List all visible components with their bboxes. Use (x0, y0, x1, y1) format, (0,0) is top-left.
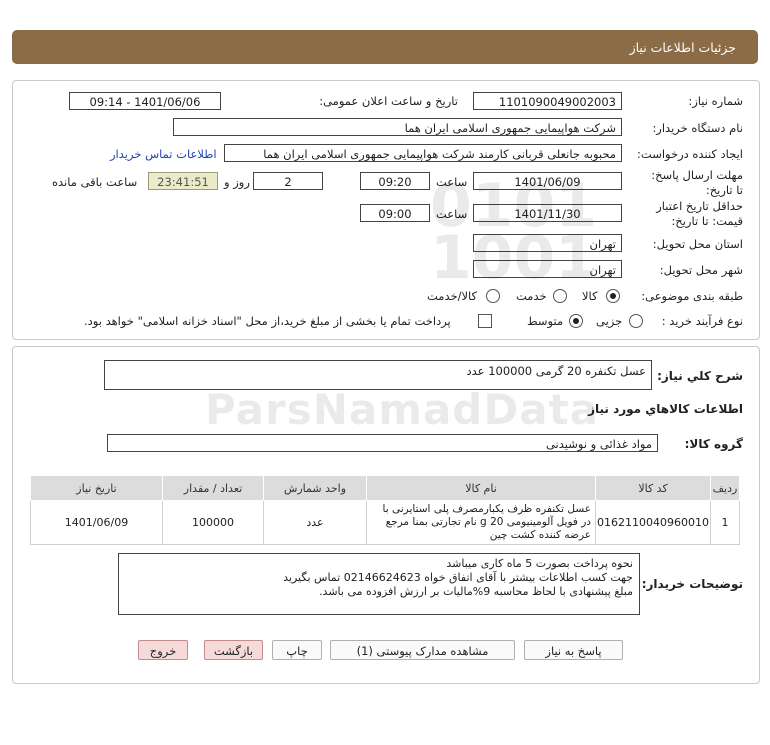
reply-button[interactable]: پاسخ به نیاز (524, 640, 623, 660)
goods-table: ردیف کد کالا نام کالا واحد شمارش تعداد /… (30, 475, 740, 545)
validity-date-field: 1401/11/30 (473, 204, 622, 222)
announce-label: تاریخ و ساعت اعلان عمومی: (319, 94, 458, 108)
validity-time-field: 09:00 (360, 204, 430, 222)
buyer-notes-label: توضیحات خریدار: (641, 577, 743, 591)
buyer-contact-link[interactable]: اطلاعات تماس خریدار (110, 147, 217, 161)
description-field: عسل تکنفره 20 گرمی 100000 عدد (104, 360, 652, 390)
days-label: روز و (224, 175, 250, 189)
category-label: طبقه بندی موضوعی: (641, 289, 743, 303)
col-row-number: ردیف (710, 475, 740, 501)
category-radio-goods-service[interactable] (486, 289, 500, 303)
requester-label: ایجاد کننده درخواست: (637, 147, 743, 161)
col-item-code: کد کالا (595, 475, 711, 501)
process-radio-medium[interactable] (569, 314, 583, 328)
category-option-goods: کالا (582, 289, 598, 303)
need-number-field: 1101090049002003 (473, 92, 622, 110)
buyer-note-line: مبلغ پیشنهادی با لحاظ محاسبه 9%مالیات بر… (319, 585, 633, 598)
need-number-label: شماره نیاز: (688, 94, 743, 108)
category-radio-service[interactable] (553, 289, 567, 303)
deadline-time-label: ساعت (436, 175, 468, 189)
treasury-note: پرداخت تمام یا بخشی از مبلغ خرید،از محل … (84, 314, 451, 328)
description-label: شرح کلي نياز: (657, 369, 743, 383)
remaining-time-field: 23:41:51 (148, 172, 218, 190)
buyer-note-line: جهت کسب اطلاعات بیشتر با آقای اتفاق خواه… (283, 571, 633, 584)
goods-group-label: گروه کالا: (684, 437, 743, 451)
print-button[interactable]: چاپ (272, 640, 322, 660)
table-row: 1 0162110040960010 عسل تکنفره ظرف یکبارم… (30, 500, 740, 545)
back-button[interactable]: بازگشت (204, 640, 263, 660)
requester-field: محبوبه جانعلی قربانی کارمند شرکت هواپیما… (224, 144, 622, 162)
buyer-note-line: نحوه پرداخت بصورت 5 ماه کاری میباشد (446, 557, 633, 570)
process-option-minor: جزیی (596, 314, 623, 328)
delivery-city-label: شهر محل تحویل: (659, 263, 743, 277)
col-item-name: نام کالا (366, 475, 596, 501)
category-radio-goods[interactable] (606, 289, 620, 303)
page-title: جزئیات اطلاعات نیاز (629, 40, 736, 55)
col-need-date: تاریخ نیاز (30, 475, 163, 501)
category-option-goods-service: کالا/خدمت (427, 289, 478, 303)
process-option-medium: متوسط (527, 314, 564, 328)
col-unit: واحد شمارش (263, 475, 367, 501)
deadline-label: مهلت ارسال پاسخ: تا تاریخ: (651, 168, 743, 197)
cell-item-code: 0162110040960010 (595, 500, 711, 545)
buyer-notes-box: نحوه پرداخت بصورت 5 ماه کاری میباشد جهت … (118, 553, 640, 615)
process-label: نوع فرآیند خرید : (661, 314, 743, 328)
treasury-checkbox[interactable] (478, 314, 492, 328)
cell-quantity: 100000 (162, 500, 264, 545)
cell-need-date: 1401/06/09 (30, 500, 163, 545)
cell-item-name: عسل تکنفره ظرف یکبارمصرف پلی استایرنی با… (366, 500, 596, 545)
attachments-button[interactable]: مشاهده مدارک پیوستی (1) (330, 640, 515, 660)
exit-button[interactable]: خروج (138, 640, 188, 660)
delivery-province-label: استان محل تحویل: (652, 237, 743, 251)
delivery-province-field: تهران (473, 234, 622, 252)
buyer-org-label: نام دستگاه خریدار: (652, 121, 743, 135)
process-radio-minor[interactable] (629, 314, 643, 328)
deadline-date-field: 1401/06/09 (473, 172, 622, 190)
table-header-row: ردیف کد کالا نام کالا واحد شمارش تعداد /… (30, 475, 740, 501)
validity-time-label: ساعت (436, 207, 468, 221)
delivery-city-field: تهران (473, 260, 622, 278)
goods-info-title: اطلاعات کالاهاي مورد نياز (588, 402, 743, 416)
announce-field: 1401/06/06 - 09:14 (69, 92, 221, 110)
deadline-time-field: 09:20 (360, 172, 430, 190)
cell-unit: عدد (263, 500, 367, 545)
page-header: جزئیات اطلاعات نیاز (12, 30, 758, 64)
days-field: 2 (253, 172, 323, 190)
col-quantity: تعداد / مقدار (162, 475, 264, 501)
cell-row-number: 1 (710, 500, 740, 545)
goods-group-field: مواد غذائی و نوشیدنی (107, 434, 658, 452)
buyer-org-field: شرکت هواپیمایی جمهوری اسلامی ایران هما (173, 118, 622, 136)
remaining-label: ساعت باقی مانده (52, 175, 138, 189)
category-option-service: خدمت (516, 289, 547, 303)
validity-label: حداقل تاریخ اعتبار قیمت: تا تاریخ: (656, 199, 743, 228)
